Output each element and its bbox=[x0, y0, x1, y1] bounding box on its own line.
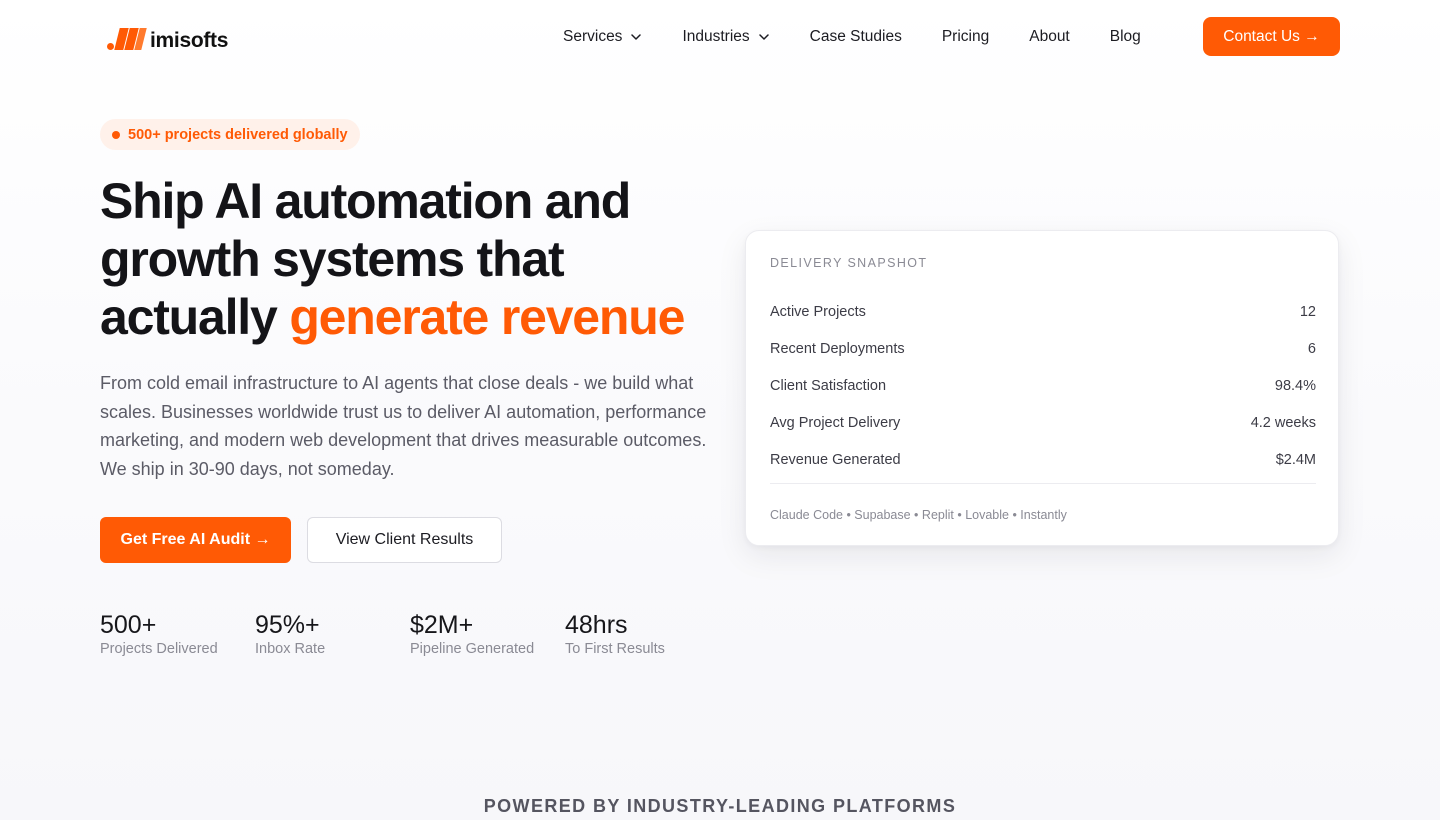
hero-headline: Ship AI automation and growth systems th… bbox=[100, 172, 740, 346]
projects-badge: 500+ projects delivered globally bbox=[100, 119, 360, 150]
nav-item-about[interactable]: About bbox=[1029, 28, 1070, 46]
headline-accent: generate revenue bbox=[289, 289, 685, 345]
snapshot-row-active-projects: Active Projects 12 bbox=[770, 293, 1316, 330]
nav-item-blog[interactable]: Blog bbox=[1110, 28, 1141, 46]
nav-item-industries[interactable]: Industries bbox=[682, 28, 769, 46]
main-nav: Services Industries Case Studies Pricing… bbox=[563, 0, 1141, 74]
snapshot-row-revenue: Revenue Generated $2.4M bbox=[770, 441, 1316, 478]
delivery-snapshot-card: DELIVERY SNAPSHOT Active Projects 12 Rec… bbox=[745, 230, 1339, 546]
stat-value: 500+ bbox=[100, 611, 157, 639]
nav-item-label: Services bbox=[563, 28, 623, 45]
nav-item-label: Industries bbox=[682, 28, 750, 45]
nav-item-pricing[interactable]: Pricing bbox=[942, 28, 989, 46]
view-client-results-button[interactable]: View Client Results bbox=[307, 517, 502, 563]
logo-mark-icon bbox=[106, 27, 147, 51]
brand-logo[interactable]: imisofts bbox=[106, 25, 228, 53]
stat-value: $2M+ bbox=[410, 611, 474, 639]
snapshot-rows: Active Projects 12 Recent Deployments 6 … bbox=[770, 293, 1316, 478]
brand-name: imisofts bbox=[150, 28, 229, 52]
headline-line-1: Ship AI automation and bbox=[100, 173, 631, 229]
row-label: Revenue Generated bbox=[770, 451, 901, 468]
stat-label: To First Results bbox=[565, 641, 665, 657]
page: imisofts Services Industries Case Studie… bbox=[0, 0, 1440, 820]
row-value: 6 bbox=[1307, 340, 1316, 357]
hero-stats: 500+ Projects Delivered 95%+ Inbox Rate … bbox=[100, 610, 720, 657]
snapshot-row-client-satisfaction: Client Satisfaction 98.4% bbox=[770, 367, 1316, 404]
card-divider bbox=[770, 483, 1316, 484]
chevron-down-icon bbox=[631, 34, 642, 40]
nav-item-label: About bbox=[1029, 28, 1070, 45]
snapshot-row-avg-delivery: Avg Project Delivery 4.2 weeks bbox=[770, 404, 1316, 441]
stat-pipeline-generated: $2M+ Pipeline Generated bbox=[410, 610, 565, 657]
stat-first-results: 48hrs To First Results bbox=[565, 610, 720, 657]
contact-us-button[interactable]: Contact Us → bbox=[1203, 17, 1340, 56]
powered-by-heading: POWERED BY INDUSTRY-LEADING PLATFORMS bbox=[483, 796, 957, 816]
headline-line-2: growth systems that bbox=[100, 231, 565, 287]
stat-value: 48hrs bbox=[565, 611, 628, 639]
get-free-ai-audit-button[interactable]: Get Free AI Audit → bbox=[100, 517, 291, 563]
row-value: 12 bbox=[1299, 303, 1316, 320]
stat-projects-delivered: 500+ Projects Delivered bbox=[100, 610, 255, 657]
stat-label: Pipeline Generated bbox=[410, 641, 535, 657]
nav-item-label: Blog bbox=[1109, 28, 1141, 45]
site-header: imisofts Services Industries Case Studie… bbox=[0, 0, 1440, 74]
nav-item-label: Case Studies bbox=[809, 28, 902, 45]
tools-list: Claude Code • Supabase • Replit • Lovabl… bbox=[770, 508, 1067, 522]
row-label: Avg Project Delivery bbox=[770, 414, 901, 431]
headline-line-3: actually bbox=[100, 289, 290, 345]
chevron-down-icon bbox=[758, 34, 769, 40]
row-label: Client Satisfaction bbox=[770, 377, 887, 394]
nav-item-label: Pricing bbox=[941, 28, 990, 45]
hero-subcopy: From cold email infrastructure to AI age… bbox=[100, 373, 707, 480]
badge-text: 500+ projects delivered globally bbox=[128, 126, 348, 143]
row-value: 4.2 weeks bbox=[1250, 414, 1316, 431]
stat-value: 95%+ bbox=[255, 611, 320, 639]
card-title: DELIVERY SNAPSHOT bbox=[770, 256, 928, 270]
row-value: $2.4M bbox=[1275, 451, 1316, 468]
row-label: Active Projects bbox=[770, 303, 866, 320]
row-value: 98.4% bbox=[1274, 377, 1316, 394]
nav-item-case-studies[interactable]: Case Studies bbox=[810, 28, 902, 46]
row-label: Recent Deployments bbox=[770, 340, 905, 357]
status-dot-icon bbox=[112, 130, 120, 139]
snapshot-row-recent-deployments: Recent Deployments 6 bbox=[770, 330, 1316, 367]
stat-inbox-rate: 95%+ Inbox Rate bbox=[255, 610, 410, 657]
stat-label: Inbox Rate bbox=[255, 641, 326, 657]
stat-label: Projects Delivered bbox=[100, 641, 218, 657]
nav-item-services[interactable]: Services bbox=[563, 28, 642, 46]
